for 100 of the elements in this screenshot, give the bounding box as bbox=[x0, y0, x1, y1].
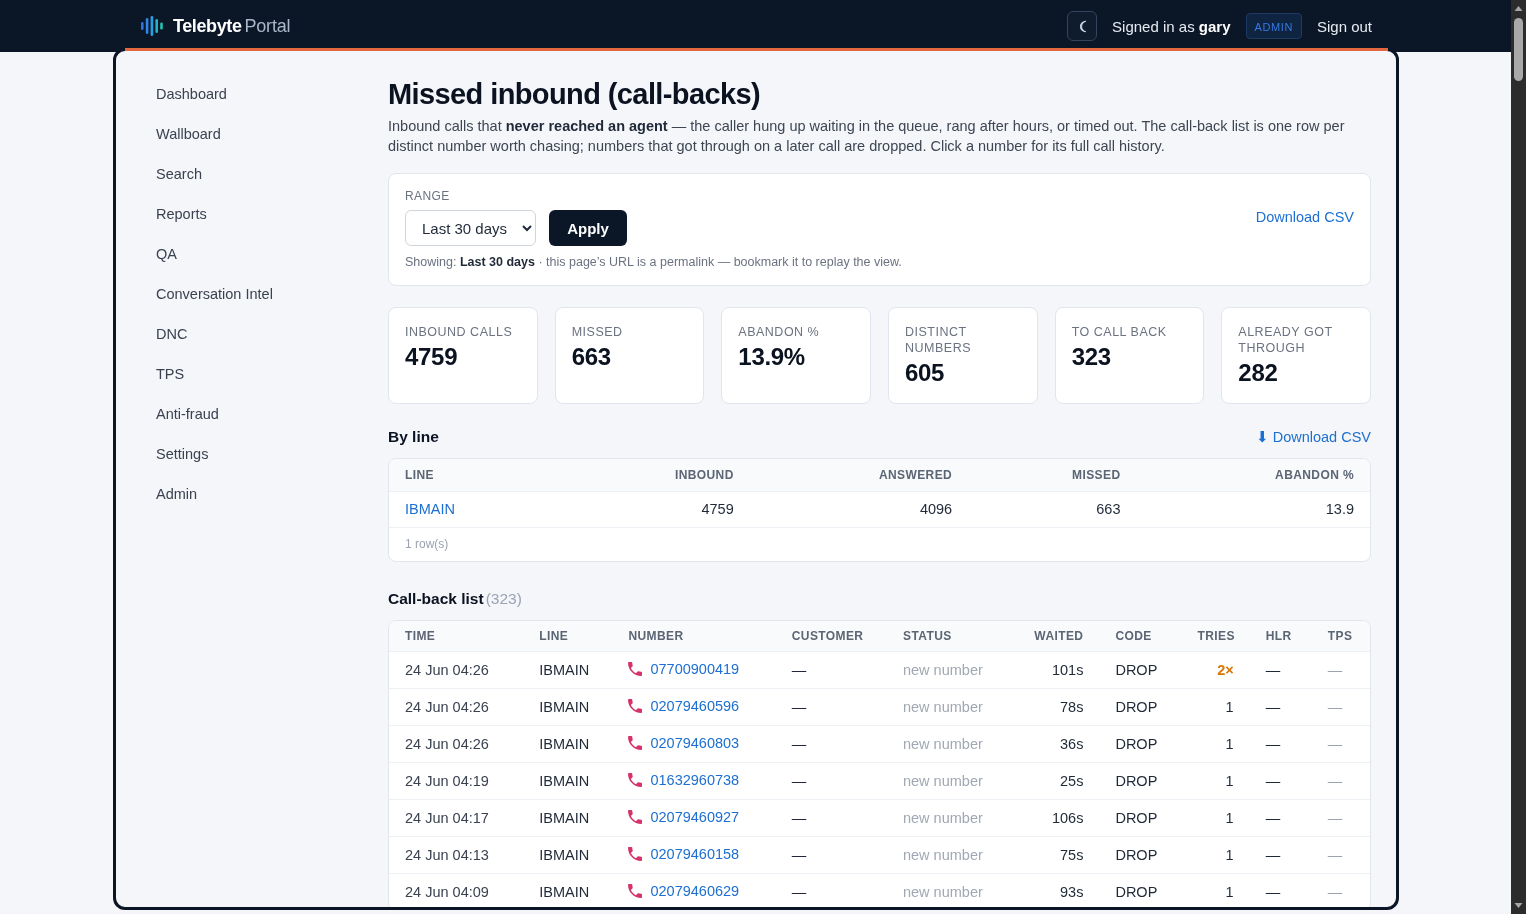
page-description: Inbound calls that never reached an agent — the caller hung up waiting in the queue, rang after hours, or timed out. The call-back list is one row per distinct number worth chasing; numbers that got through on a later call are dropped. Click a number for its full call history. bbox=[388, 117, 1346, 156]
table-cell: — bbox=[1311, 651, 1370, 689]
brand-name: Telebyte bbox=[173, 15, 242, 37]
line-link[interactable]: IBMAIN bbox=[405, 501, 455, 517]
phone-number-link[interactable]: 02079460927 bbox=[650, 809, 740, 825]
row-count-text: (323) bbox=[485, 589, 522, 607]
stat-label: TO CALL BACK bbox=[1071, 324, 1168, 340]
table-cell: new number bbox=[887, 873, 1004, 907]
table-cell: 24 Jun 04:09 bbox=[389, 873, 524, 907]
section-title: Call-back list bbox=[388, 589, 484, 607]
column-header: ABANDON % bbox=[1136, 459, 1370, 491]
table-cell: 36s bbox=[1003, 725, 1100, 763]
stat-label: DISTINCT NUMBERS bbox=[905, 324, 972, 356]
page-title: Missed inbound (call-backs) bbox=[388, 77, 762, 111]
table-cell: DROP bbox=[1099, 873, 1182, 907]
column-header: LINE bbox=[389, 459, 561, 491]
phone-number-link[interactable]: 01632960738 bbox=[650, 772, 740, 788]
stat-value: 4759 bbox=[405, 343, 459, 371]
phone-icon bbox=[628, 847, 643, 861]
table-cell: — bbox=[1249, 688, 1312, 726]
table-cell: — bbox=[1311, 725, 1370, 763]
table-cell: 4759 bbox=[560, 491, 750, 527]
table-cell: new number bbox=[887, 836, 1004, 874]
row-count-text: 1 row(s) bbox=[405, 537, 449, 551]
table-cell: — bbox=[1311, 873, 1370, 907]
table-cell: 1 bbox=[1181, 873, 1250, 907]
table-cell: DROP bbox=[1099, 688, 1182, 726]
sidebar-item[interactable]: Wallboard bbox=[156, 114, 221, 154]
stat-value: 323 bbox=[1071, 343, 1112, 371]
column-header: NUMBER bbox=[612, 620, 776, 652]
table-cell: — bbox=[1311, 762, 1370, 800]
table-cell: IBMAIN bbox=[523, 651, 613, 689]
column-header: TPS bbox=[1311, 620, 1370, 652]
phone-icon bbox=[628, 884, 643, 898]
table-cell: — bbox=[1311, 836, 1370, 874]
table-cell: — bbox=[1311, 799, 1370, 837]
stat-label: ABANDON % bbox=[738, 324, 821, 340]
sidebar-item[interactable]: TPS bbox=[156, 354, 185, 394]
table-cell: new number bbox=[887, 688, 1004, 726]
table-cell: 1 bbox=[1181, 725, 1250, 763]
range-select[interactable]: Last 30 days bbox=[405, 210, 536, 246]
table-cell: — bbox=[775, 688, 887, 726]
table-cell: — bbox=[1311, 688, 1370, 726]
sidebar-item[interactable]: QA bbox=[156, 234, 177, 274]
table-cell: DROP bbox=[1099, 836, 1182, 874]
column-header: HLR bbox=[1249, 620, 1312, 652]
table-cell: 24 Jun 04:19 bbox=[389, 762, 524, 800]
table-cell: IBMAIN bbox=[523, 799, 613, 837]
phone-number-link[interactable]: 02079460596 bbox=[650, 698, 740, 714]
phone-number-link[interactable]: 02079460629 bbox=[650, 883, 740, 899]
sign-out-link[interactable]: Sign out bbox=[1316, 17, 1372, 35]
sidebar-item[interactable]: Anti-fraud bbox=[156, 394, 219, 434]
apply-button[interactable]: Apply bbox=[549, 210, 627, 246]
table-cell: — bbox=[1249, 873, 1312, 907]
sidebar-item[interactable]: Dashboard bbox=[156, 74, 227, 114]
table-cell: — bbox=[775, 873, 887, 907]
bars-logo-icon bbox=[141, 16, 163, 36]
sidebar-item[interactable]: Reports bbox=[156, 194, 207, 234]
phone-icon bbox=[628, 662, 643, 676]
download-csv-link[interactable]: ⬇ Download CSV bbox=[1255, 429, 1371, 445]
phone-icon bbox=[628, 736, 643, 750]
download-csv-link[interactable]: Download CSV bbox=[1255, 209, 1354, 225]
table-cell: — bbox=[775, 651, 887, 689]
sidebar-item[interactable]: Admin bbox=[156, 474, 198, 514]
phone-number-link[interactable]: 02079460158 bbox=[650, 846, 740, 862]
table-cell: IBMAIN bbox=[523, 873, 613, 907]
column-header: CODE bbox=[1099, 620, 1182, 652]
stat-value: 13.9% bbox=[738, 343, 806, 371]
table-cell: DROP bbox=[1099, 762, 1182, 800]
table-cell: — bbox=[1249, 762, 1312, 800]
scrollbar[interactable] bbox=[1511, 0, 1526, 914]
table-cell: 1 bbox=[1181, 799, 1250, 837]
table-cell: 1 bbox=[1181, 688, 1250, 726]
table-cell: 2× bbox=[1181, 651, 1250, 689]
range-label: RANGE bbox=[405, 188, 451, 204]
table-cell: — bbox=[1249, 836, 1312, 874]
theme-toggle-button[interactable] bbox=[1067, 11, 1098, 41]
sidebar-item[interactable]: Search bbox=[156, 154, 202, 194]
section-title: By line bbox=[388, 427, 439, 447]
column-header: WAITED bbox=[1003, 620, 1100, 652]
table-cell: 24 Jun 04:26 bbox=[389, 688, 524, 726]
table-cell: 24 Jun 04:13 bbox=[389, 836, 524, 874]
role-badge: ADMIN bbox=[1245, 13, 1302, 39]
phone-number-link[interactable]: 02079460803 bbox=[650, 735, 740, 751]
table-cell: IBMAIN bbox=[523, 762, 613, 800]
phone-number-link[interactable]: 07700900419 bbox=[650, 661, 740, 677]
table-cell: new number bbox=[887, 799, 1004, 837]
table-cell: DROP bbox=[1099, 725, 1182, 763]
column-header: INBOUND bbox=[560, 459, 750, 491]
stat-value: 663 bbox=[571, 343, 612, 371]
column-header: TRIES bbox=[1181, 620, 1250, 652]
phone-icon bbox=[628, 699, 643, 713]
table-cell: — bbox=[775, 762, 887, 800]
table-cell: new number bbox=[887, 762, 1004, 800]
range-summary-text: Showing: Last 30 days · this page’s URL is a permalink — bookmark it to replay the view. bbox=[405, 254, 903, 270]
sidebar-item[interactable]: Settings bbox=[156, 434, 209, 474]
table-cell: — bbox=[1249, 799, 1312, 837]
table-cell: 1 bbox=[1181, 762, 1250, 800]
sidebar-item[interactable]: Conversation Intel bbox=[156, 274, 273, 314]
sidebar-item[interactable]: DNC bbox=[156, 314, 188, 354]
